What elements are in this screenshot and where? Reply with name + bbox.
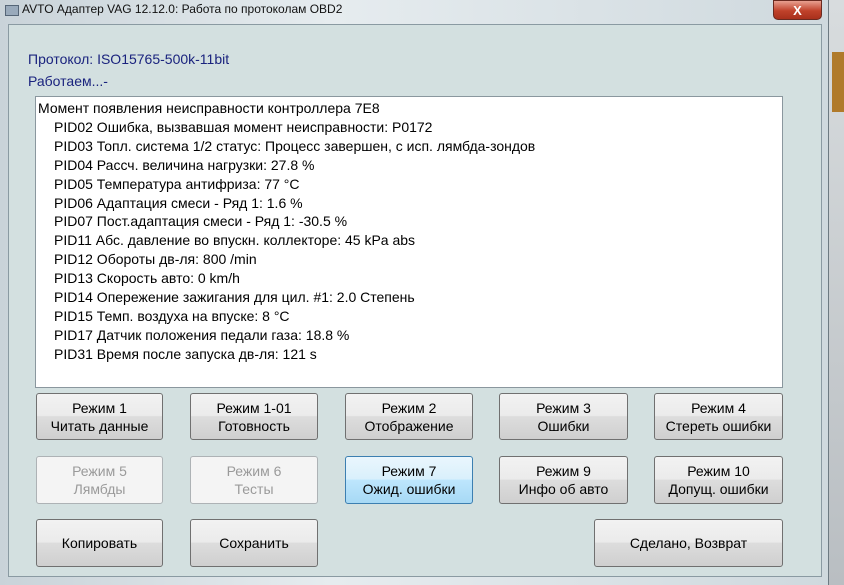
button-label: Режим 2 [381, 399, 437, 416]
button-label: Режим 6 [226, 463, 282, 479]
mode-2-button[interactable]: Режим 2 Отображение [345, 393, 473, 440]
button-sublabel: Тесты [234, 481, 274, 497]
log-line: PID13 Скорость авто: 0 km/h [54, 270, 240, 287]
button-sublabel: Ошибки [537, 417, 590, 434]
log-line: PID04 Рассч. величина нагрузки: 27.8 % [54, 156, 315, 173]
button-sublabel: Инфо об авто [518, 481, 609, 497]
log-line: PID03 Топл. система 1/2 статус: Процесс … [54, 137, 536, 154]
button-label: Режим 3 [536, 399, 591, 416]
log-line: PID12 Обороты дв-ля: 800 /min [54, 251, 257, 268]
button-sublabel: Лямбды [73, 481, 126, 497]
mode-10-button[interactable]: Режим 10 Допущ. ошибки [654, 456, 783, 504]
app-icon [5, 5, 19, 16]
log-line: PID11 Абс. давление во впускн. коллектор… [54, 232, 416, 249]
button-label: Режим 5 [72, 463, 127, 479]
button-label: Режим 9 [536, 463, 591, 479]
button-sublabel: Отображение [364, 417, 454, 434]
button-label: Режим 10 [687, 463, 750, 479]
mode-7-button[interactable]: Режим 7 Ожид. ошибки [345, 456, 473, 504]
done-return-button[interactable]: Сделано, Возврат [594, 519, 783, 567]
log-header: Момент появления неисправности контролле… [38, 100, 380, 116]
log-line: PID17 Датчик положения педали газа: 18.8… [54, 326, 350, 343]
desktop-background [828, 0, 844, 585]
button-label: Режим 1 [72, 399, 127, 416]
status-label: Работаем...- [28, 73, 108, 89]
log-line: PID31 Время после запуска дв-ля: 121 s [54, 345, 317, 362]
mode-5-button[interactable]: Режим 5 Лямбды [36, 456, 163, 504]
log-line: PID02 Ошибка, вызвавшая момент неисправн… [54, 118, 433, 135]
copy-button[interactable]: Копировать [36, 519, 163, 567]
mode-1-01-button[interactable]: Режим 1-01 Готовность [190, 393, 318, 440]
button-label: Режим 4 [691, 399, 746, 416]
protocol-label: Протокол: ISO15765-500k-11bit [28, 51, 230, 67]
log-line: PID06 Адаптация смеси - Ряд 1: 1.6 % [54, 194, 303, 211]
mode-1-button[interactable]: Режим 1 Читать данные [36, 393, 163, 440]
button-sublabel: Читать данные [50, 417, 149, 434]
log-output[interactable]: Момент появления неисправности контролле… [35, 96, 783, 388]
log-line: PID15 Темп. воздуха на впуске: 8 °C [54, 307, 290, 324]
button-label: Режим 7 [381, 463, 437, 479]
mode-6-button[interactable]: Режим 6 Тесты [190, 456, 318, 504]
button-label: Режим 1-01 [216, 399, 292, 416]
save-button[interactable]: Сохранить [190, 519, 318, 567]
log-line: PID07 Пост.адаптация смеси - Ряд 1: -30.… [54, 213, 348, 230]
mode-4-button[interactable]: Режим 4 Стереть ошибки [654, 393, 783, 440]
log-line: PID05 Температура антифриза: 77 °C [54, 175, 300, 192]
window-title: AVTO Адаптер VAG 12.12.0: Работа по прот… [22, 2, 343, 16]
mode-3-button[interactable]: Режим 3 Ошибки [499, 393, 628, 440]
log-line: PID14 Опережение зажигания для цил. #1: … [54, 289, 415, 306]
button-sublabel: Ожид. ошибки [362, 481, 456, 497]
button-sublabel: Допущ. ошибки [668, 481, 769, 497]
button-sublabel: Готовность [218, 417, 290, 434]
button-sublabel: Стереть ошибки [665, 417, 772, 434]
close-button[interactable]: X [773, 0, 822, 20]
app-window: AVTO Адаптер VAG 12.12.0: Работа по прот… [0, 0, 829, 585]
mode-9-button[interactable]: Режим 9 Инфо об авто [499, 456, 628, 504]
desktop-item [832, 52, 844, 112]
